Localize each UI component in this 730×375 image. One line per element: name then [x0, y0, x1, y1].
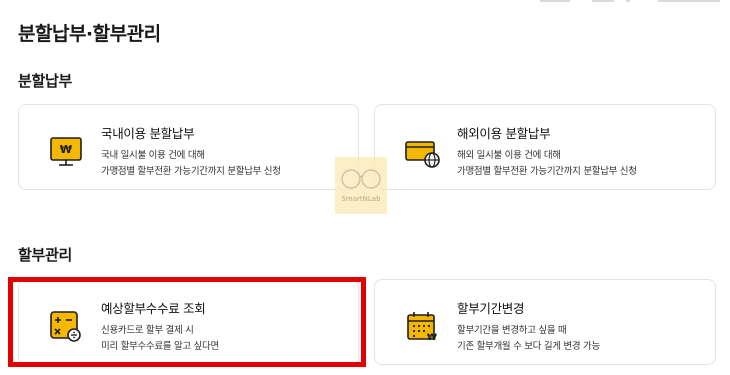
card-title: 할부기간변경 — [457, 301, 525, 316]
svg-text:₩: ₩ — [427, 333, 437, 343]
card-title: 국내이용 분할납부 — [101, 126, 195, 141]
svg-text:₩: ₩ — [60, 143, 72, 156]
page-title: 분할납부·할부관리 — [18, 23, 161, 45]
section-title-split-payment: 분할납부 — [18, 72, 73, 90]
card-globe-icon — [403, 132, 443, 172]
monitor-won-icon: ₩ — [47, 132, 87, 172]
card-description-line-2: 기존 할부개월 수 보다 길게 변경 가능 — [457, 341, 600, 352]
watermark-logo: SmartNLab — [335, 157, 387, 214]
card-description-line-2: 가맹점별 할부전환 가능기간까지 분할납부 신청 — [457, 166, 637, 177]
domestic-split-payment-card[interactable]: ₩ 국내이용 분할납부 국내 일시불 이용 건에 대해 가맹점별 할부전환 가능… — [18, 104, 359, 190]
calendar-won-icon: ₩ — [403, 307, 443, 347]
overseas-split-payment-card[interactable]: 해외이용 분할납부 해외 일시불 이용 건에 대해 가맹점별 할부전환 가능기간… — [374, 104, 716, 190]
glasses-icon — [341, 169, 381, 189]
card-description-line-2: 가맹점별 할부전환 가능기간까지 분할납부 신청 — [101, 166, 281, 177]
card-description-line-1: 할부기간을 변경하고 싶을 때 — [457, 325, 567, 336]
installment-period-change-card[interactable]: ₩ 할부기간변경 할부기간을 변경하고 싶을 때 기존 할부개월 수 보다 길게… — [374, 279, 716, 365]
card-description-line-1: 국내 일시불 이용 건에 대해 — [101, 150, 205, 161]
watermark-text: SmartNLab — [341, 195, 381, 203]
card-description-line-1: 해외 일시불 이용 건에 대해 — [457, 150, 561, 161]
highlight-box — [8, 277, 366, 367]
card-title: 해외이용 분할납부 — [457, 126, 551, 141]
top-cutoff-text — [530, 0, 730, 6]
section-title-installment-management: 할부관리 — [18, 246, 73, 264]
